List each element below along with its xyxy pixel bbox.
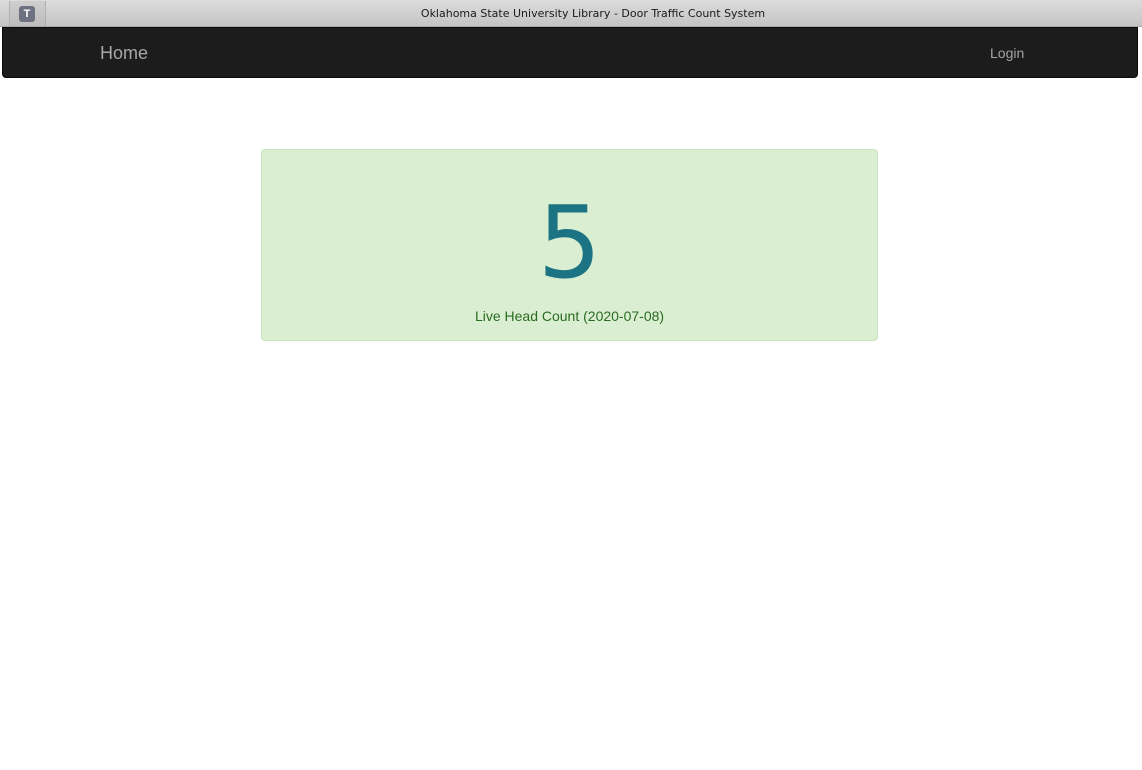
headcount-caption: Live Head Count (2020-07-08) xyxy=(474,308,665,324)
window-title: Oklahoma State University Library - Door… xyxy=(420,7,766,20)
window-titlebar: T Oklahoma State University Library - Do… xyxy=(0,0,1142,27)
headcount-panel: 5 Live Head Count (2020-07-08) xyxy=(261,149,878,341)
top-navbar: Home Login xyxy=(2,27,1138,78)
home-link[interactable]: Home xyxy=(100,28,148,79)
login-link[interactable]: Login xyxy=(990,28,1024,79)
headcount-value: 5 xyxy=(537,184,602,301)
